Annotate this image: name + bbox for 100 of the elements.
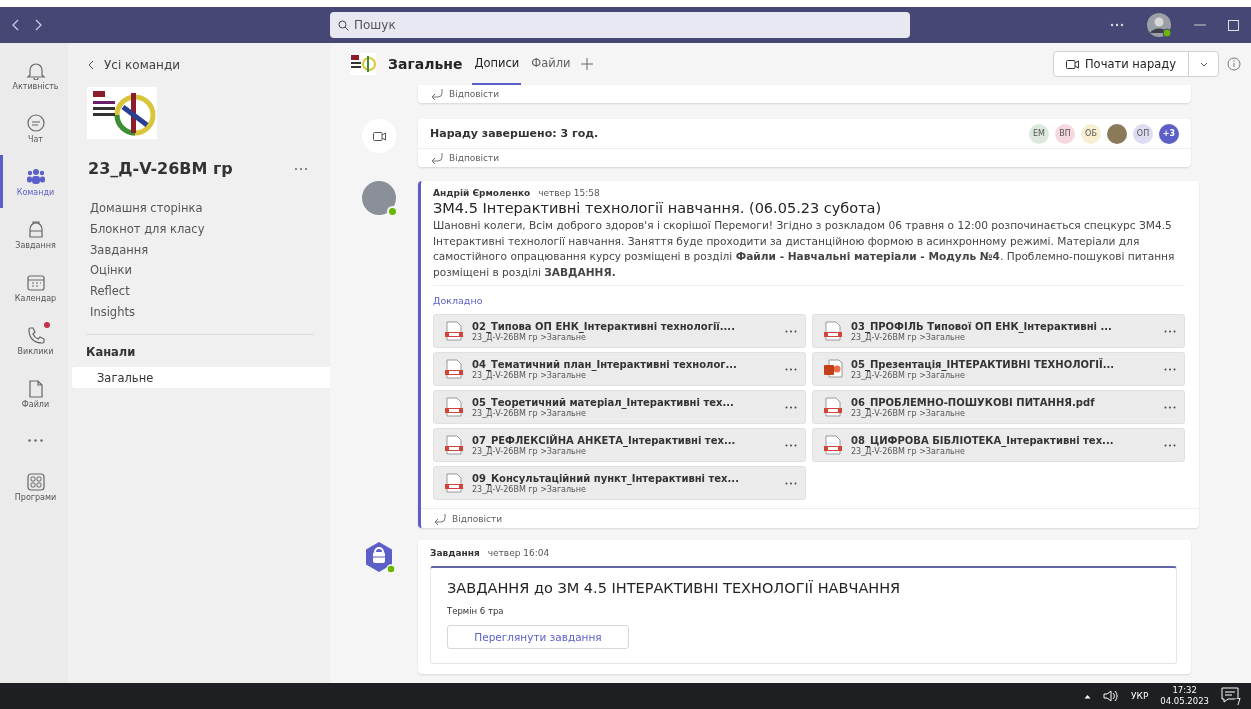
rail-item[interactable]: Чат: [0, 102, 68, 155]
file-attachment[interactable]: 06_ПРОБЛЕМНО-ПОШУКОВІ ПИТАННЯ.pdf 23_Д-V-26ВМ гр >Загальне: [812, 390, 1185, 424]
file-name: 05_Презентація_ІНТЕРАКТИВНІ ТЕХНОЛОГІЇ...: [851, 358, 1116, 370]
timestamp: четвер 15:58: [538, 188, 600, 198]
file-name: 06_ПРОБЛЕМНО-ПОШУКОВІ ПИТАННЯ.pdf: [851, 396, 1096, 408]
clock-time[interactable]: 17:32: [1172, 685, 1197, 696]
file-location: 23_Д-V-26ВМ гр >Загальне: [851, 370, 965, 380]
file-location: 23_Д-V-26ВМ гр >Загальне: [851, 408, 965, 418]
clock-date[interactable]: 04.05.2023: [1160, 696, 1209, 707]
add-icon[interactable]: [580, 58, 593, 70]
rail-item[interactable]: Програми: [0, 460, 68, 513]
file-icon: [444, 397, 464, 417]
chevron-up-icon[interactable]: [1084, 693, 1091, 699]
rail-item[interactable]: Виклики: [0, 314, 68, 367]
author-name: Завдання: [430, 548, 480, 558]
file-location: 23_Д-V-26ВМ гр >Загальне: [851, 446, 965, 456]
notification-dot: [44, 322, 50, 328]
file-icon: [823, 321, 843, 341]
file-attachment[interactable]: 05_Теоретичний матеріал_Інтерактивні тех... 23_Д-V-26ВМ гр >Загальне: [433, 390, 806, 424]
participant-avatar: ОП: [1133, 123, 1153, 144]
video-camera-icon: [1065, 59, 1079, 69]
more-icon[interactable]: [785, 329, 797, 333]
file-attachment[interactable]: 07_РЕФЛЕКСІЙНА АНКЕТА_Інтерактивні тех... 23_Д-V-26ВМ гр >Загальне: [433, 428, 806, 462]
see-more-link[interactable]: Докладно: [433, 295, 483, 306]
video-camera-icon: [372, 131, 386, 141]
channel-item[interactable]: Загальне: [72, 367, 332, 389]
participant-avatar: ЕМ: [1029, 123, 1049, 144]
all-teams-link[interactable]: Усі команди: [68, 57, 186, 73]
phone-icon: [25, 325, 46, 345]
more-icon[interactable]: [1110, 23, 1124, 27]
info-icon[interactable]: [1227, 57, 1241, 71]
more-icon[interactable]: [1164, 443, 1176, 447]
file-location: 23_Д-V-26ВМ гр >Загальне: [472, 332, 586, 342]
tab[interactable]: Файли: [529, 43, 573, 85]
file-icon: [444, 321, 464, 341]
sidebar-item[interactable]: Домашня сторінка: [68, 198, 330, 219]
post-body: Шановні колеги, Всім доброго здоров'я і скорішої Перемоги! Згідно з розкладом 06 травня о 12:00 розпочинається спецкурс ЗМ4.5 Інтерактивні технології навчання. Заняття буде проходити за дистанційною формою в асинхронному режимі. Матеріали для самостійного опрацювання курсу розміщені в розділі Файли - Навчальні матеріали - Модуль №4. Проблемно-пошукові питання розміщені в розділі ЗАВДАННЯ.: [433, 218, 1176, 280]
more-icon[interactable]: [1164, 329, 1176, 333]
file-location: 23_Д-V-26ВМ гр >Загальне: [472, 370, 586, 380]
more-icon[interactable]: [1164, 367, 1176, 371]
sidebar-item[interactable]: Reflect: [68, 280, 330, 302]
search-icon: [338, 20, 349, 31]
chat-icon: [25, 113, 46, 133]
file-attachment[interactable]: 04_Тематичний план_Інтерактивні технолог... 23_Д-V-26ВМ гр >Загальне: [433, 352, 806, 386]
reply-button[interactable]: Відповісти: [418, 85, 506, 103]
presence-icon: [387, 206, 398, 217]
section-heading: Канали: [85, 345, 137, 360]
notifications-icon[interactable]: [1221, 687, 1239, 703]
apps-icon: [25, 471, 46, 491]
avatar-icon[interactable]: [1146, 12, 1172, 38]
speaker-icon[interactable]: [1103, 690, 1119, 702]
reply-button[interactable]: Відповісти: [421, 509, 509, 528]
rail-item[interactable]: Файли: [0, 367, 68, 420]
meeting-status: Нараду завершено: 3 год.: [430, 127, 599, 140]
timestamp: четвер 16:04: [487, 548, 550, 558]
rail-item[interactable]: Завдання: [0, 208, 68, 261]
file-location: 23_Д-V-26ВМ гр >Загальне: [472, 446, 586, 456]
assignment-title: ЗАВДАННЯ до ЗМ 4.5 ІНТЕРАКТИВНІ ТЕХНОЛОГІЇ НАВЧАННЯ: [447, 580, 902, 596]
file-icon: [823, 397, 843, 417]
file-icon: [444, 473, 464, 493]
chevron-left-icon: [88, 60, 94, 70]
team-logo: [87, 87, 157, 139]
back-icon[interactable]: [12, 19, 20, 31]
search-field[interactable]: Пошук: [330, 12, 910, 38]
channel-title: Загальне: [388, 56, 463, 72]
file-attachment[interactable]: 08_ЦИФРОВА БІБЛІОТЕКА_Інтерактивні тех... 23_Д-V-26ВМ гр >Загальне: [812, 428, 1185, 462]
sidebar-item[interactable]: Блокнот для класу: [68, 218, 330, 240]
more-icon[interactable]: [785, 405, 797, 409]
more-icon[interactable]: [785, 367, 797, 371]
calendar-icon: [25, 272, 46, 292]
sidebar-item[interactable]: Оцінки: [68, 260, 330, 281]
more-icon[interactable]: [785, 481, 797, 485]
file-attachment[interactable]: 09_Консультаційний пункт_Інтерактивні тех... 23_Д-V-26ВМ гр >Загальне: [433, 466, 806, 500]
forward-icon[interactable]: [34, 19, 42, 31]
rail-item[interactable]: Активність: [0, 49, 68, 102]
people-icon: [25, 166, 46, 186]
maximize-icon[interactable]: [1228, 19, 1239, 31]
chevron-down-icon: [1199, 61, 1208, 67]
rail-item[interactable]: Календар: [0, 261, 68, 314]
reply-button[interactable]: Відповісти: [418, 149, 506, 167]
file-name: 05_Теоретичний матеріал_Інтерактивні тех...: [472, 396, 735, 408]
reply-icon: [430, 87, 443, 101]
file-name: 08_ЦИФРОВА БІБЛІОТЕКА_Інтерактивні тех...: [851, 434, 1115, 446]
more-participants-count[interactable]: +3: [1159, 123, 1179, 144]
file-attachment[interactable]: 05_Презентація_ІНТЕРАКТИВНІ ТЕХНОЛОГІЇ... 23_Д-V-26ВМ гр >Загальне: [812, 352, 1185, 386]
presentation-file-icon: [823, 359, 843, 379]
file-location: 23_Д-V-26ВМ гр >Загальне: [851, 332, 966, 342]
sidebar-item[interactable]: Завдання: [68, 239, 330, 261]
notification-count: 7: [1233, 698, 1243, 707]
view-assignment-button[interactable]: Переглянути завдання: [447, 625, 629, 649]
more-icon[interactable]: [785, 443, 797, 447]
sidebar-item[interactable]: Insights: [68, 301, 330, 323]
reply-icon: [433, 511, 446, 526]
file-attachment[interactable]: 03_ПРОФІЛЬ Типової ОП ЕНК_Інтерактивні ... 23_Д-V-26ВМ гр >Загальне: [812, 314, 1185, 348]
file-name: 04_Тематичний план_Інтерактивні технолог...: [472, 358, 738, 370]
file-name: 02_Типова ОП ЕНК_Інтерактивні технології....: [472, 320, 736, 332]
file-attachment[interactable]: 02_Типова ОП ЕНК_Інтерактивні технології.... 23_Д-V-26ВМ гр >Загальне: [433, 314, 806, 348]
post-title: ЗМ4.5 Інтерактивні технології навчання. (06.05.23 субота): [433, 200, 883, 216]
language-indicator[interactable]: УКР: [1131, 691, 1149, 701]
more-icon[interactable]: [1164, 405, 1176, 409]
